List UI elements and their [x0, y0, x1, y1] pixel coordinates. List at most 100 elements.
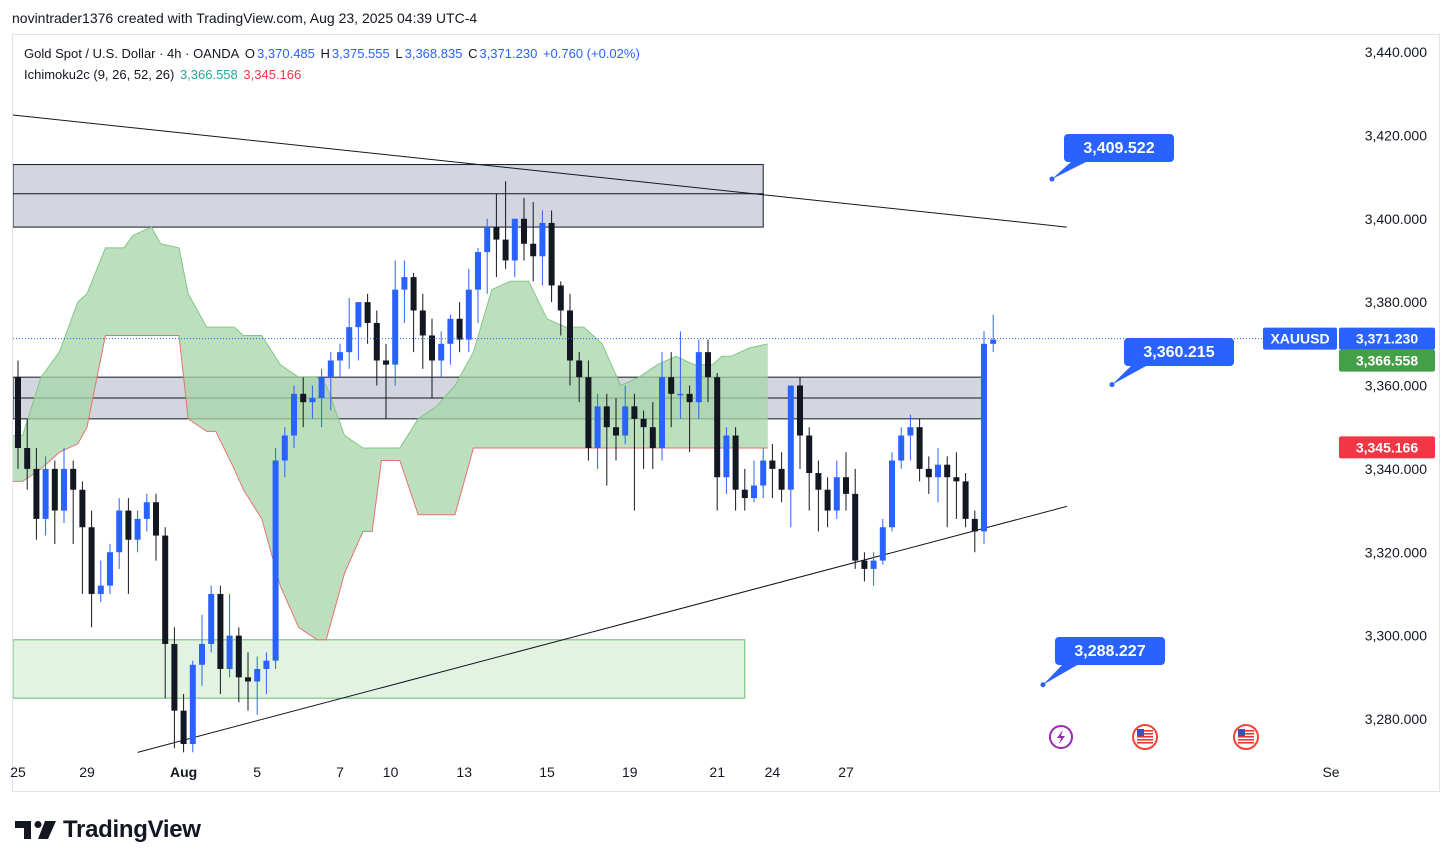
candle-body — [97, 585, 104, 594]
candle[interactable] — [631, 393, 638, 511]
candle[interactable] — [843, 452, 849, 511]
candle[interactable] — [272, 448, 279, 669]
candle[interactable] — [907, 414, 914, 461]
candle[interactable] — [953, 452, 960, 519]
candle[interactable] — [42, 456, 49, 536]
candle[interactable] — [723, 427, 730, 494]
candle[interactable] — [438, 331, 445, 378]
candle[interactable] — [79, 481, 86, 594]
candle[interactable] — [806, 427, 813, 511]
candle[interactable] — [714, 372, 721, 511]
candle[interactable] — [153, 493, 159, 561]
indicator-name[interactable]: Ichimoku2c (9, 26, 52, 26) — [24, 67, 174, 82]
candle[interactable] — [189, 660, 196, 753]
candle[interactable] — [981, 331, 987, 544]
candle[interactable] — [797, 377, 803, 469]
candle[interactable] — [935, 448, 941, 503]
candle-body — [484, 227, 491, 253]
resistance-zone[interactable] — [13, 164, 764, 228]
candle[interactable] — [337, 343, 343, 378]
candle[interactable] — [732, 427, 739, 511]
candle[interactable] — [925, 456, 932, 494]
candle[interactable] — [861, 552, 868, 582]
candle[interactable] — [88, 510, 95, 628]
candle[interactable] — [465, 268, 472, 353]
candle[interactable] — [962, 473, 969, 528]
indicator-tag-label: 3,345.166 — [1356, 439, 1418, 455]
candle[interactable] — [107, 543, 113, 594]
us-flag-icon[interactable] — [1233, 724, 1259, 750]
candle[interactable] — [824, 477, 831, 528]
indicator-tag[interactable]: 3,366.558 — [1339, 349, 1435, 372]
candle[interactable] — [208, 585, 215, 653]
candle[interactable] — [143, 493, 150, 532]
symbol-tag[interactable]: XAUUSD — [1263, 327, 1337, 350]
candle[interactable] — [355, 302, 362, 361]
price-axis-label: 3,380.000 — [1365, 294, 1427, 310]
candle[interactable] — [392, 260, 399, 386]
candle-body — [686, 393, 693, 403]
candle[interactable] — [879, 518, 886, 565]
symbol-name[interactable]: Gold Spot / U.S. Dollar · 4h · OANDA — [24, 46, 239, 61]
candle[interactable] — [410, 272, 417, 353]
candle[interactable] — [447, 314, 454, 365]
candle[interactable] — [898, 427, 905, 469]
candle[interactable] — [916, 418, 923, 482]
tradingview-logo: TradingView — [15, 816, 201, 844]
candle[interactable] — [401, 260, 408, 323]
candle[interactable] — [97, 560, 104, 603]
candle[interactable] — [484, 218, 491, 294]
candle[interactable] — [971, 510, 978, 553]
candle[interactable] — [548, 210, 555, 303]
last-price-tag[interactable]: 3,371.230 — [1339, 327, 1435, 350]
candle[interactable] — [373, 310, 380, 386]
candle[interactable] — [116, 498, 123, 569]
candle[interactable] — [751, 460, 757, 503]
candle-body — [705, 352, 711, 378]
candle[interactable] — [944, 456, 951, 528]
price-callout[interactable]: 3,409.522 — [1049, 134, 1175, 182]
candle[interactable] — [171, 627, 178, 749]
candle[interactable] — [778, 452, 785, 503]
candle-body — [585, 377, 592, 449]
support-zone[interactable] — [13, 639, 746, 699]
candle[interactable] — [741, 468, 748, 511]
candle[interactable] — [815, 460, 822, 532]
candle[interactable] — [61, 448, 67, 524]
price-callout[interactable]: 3,288.227 — [1040, 637, 1166, 688]
candle[interactable] — [125, 498, 132, 594]
candle[interactable] — [134, 510, 141, 553]
candle-body — [392, 289, 399, 365]
candle[interactable] — [475, 247, 481, 323]
price-chart[interactable]: 3,409.5223,360.2153,288.227 3,440.0003,4… — [0, 0, 1453, 868]
candle[interactable] — [852, 468, 859, 569]
candle[interactable] — [787, 385, 794, 528]
candle[interactable] — [456, 302, 463, 353]
time-axis-label: 10 — [383, 764, 399, 780]
candle-body — [613, 427, 619, 436]
candle[interactable] — [180, 693, 187, 753]
candle-body — [199, 643, 205, 665]
candle-body — [88, 527, 95, 594]
candle[interactable] — [226, 593, 233, 678]
candle[interactable] — [889, 452, 895, 532]
candle[interactable] — [511, 218, 518, 278]
price-callout[interactable]: 3,360.215 — [1109, 338, 1235, 388]
candle[interactable] — [990, 314, 997, 353]
us-flag-icon[interactable] — [1132, 724, 1158, 750]
candle-body — [548, 222, 555, 286]
candle[interactable] — [70, 460, 77, 544]
lightning-icon[interactable] — [1049, 725, 1073, 749]
candle-body — [226, 635, 233, 669]
candle[interactable] — [346, 297, 353, 369]
indicator-tag[interactable]: 3,345.166 — [1339, 436, 1435, 459]
time-axis-label: 21 — [709, 764, 725, 780]
candle[interactable] — [364, 293, 371, 344]
candle[interactable] — [760, 448, 767, 499]
time-axis-label: 19 — [622, 764, 638, 780]
price-axis-label: 3,340.000 — [1365, 461, 1427, 477]
candle[interactable] — [769, 443, 776, 499]
candle[interactable] — [419, 293, 426, 369]
candle[interactable] — [833, 460, 840, 519]
candle[interactable] — [51, 460, 58, 544]
